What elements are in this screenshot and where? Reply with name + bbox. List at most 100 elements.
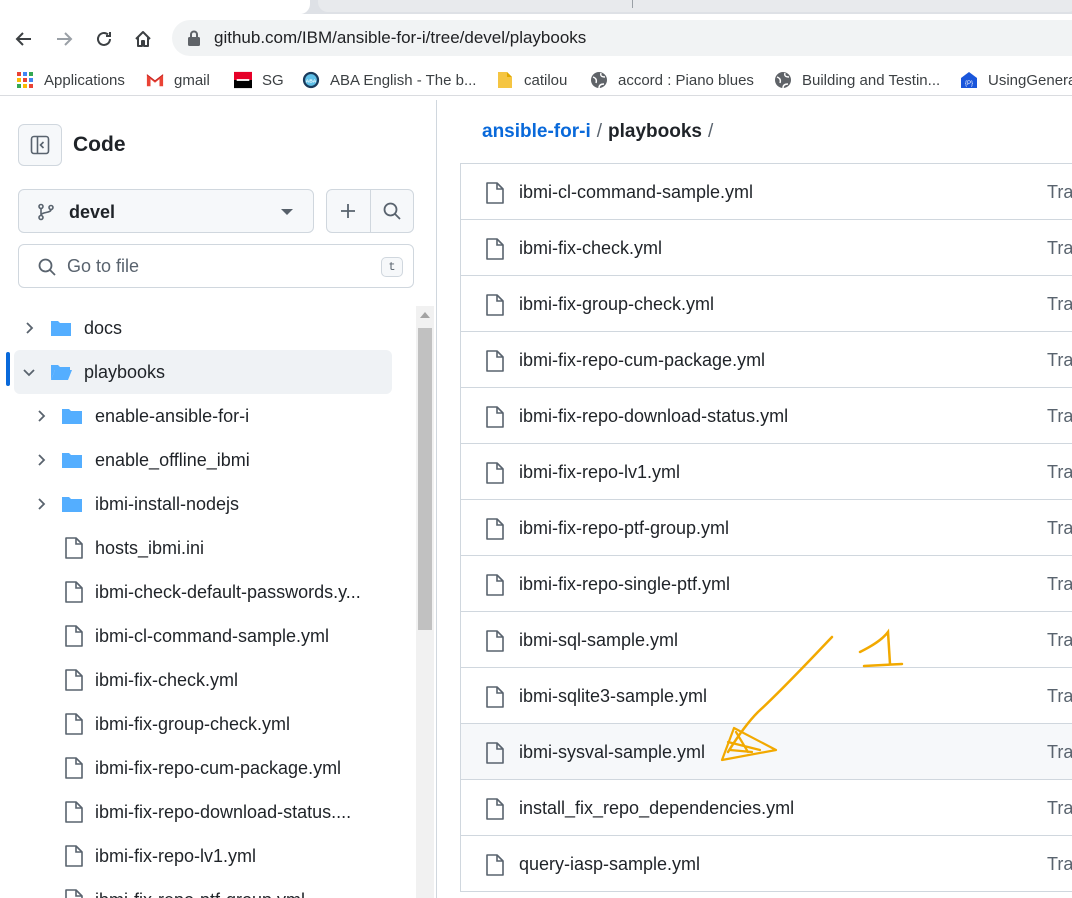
- tree-item-playbooks[interactable]: playbooks: [14, 350, 392, 394]
- reload-button[interactable]: [90, 25, 118, 53]
- back-button[interactable]: [10, 25, 38, 53]
- file-row[interactable]: query-iasp-sample.yml Tra: [460, 836, 1072, 892]
- file-row[interactable]: ibmi-sqlite3-sample.yml Tra: [460, 668, 1072, 724]
- chevron-down-icon: [281, 209, 293, 215]
- bookmark-accord-piano-blues[interactable]: accord : Piano blues: [590, 64, 754, 95]
- bookmark-catilou[interactable]: catilou: [496, 64, 567, 95]
- file-name-link[interactable]: ibmi-fix-check.yml: [519, 220, 662, 276]
- tree-item-ibmi-install-nodejs[interactable]: ibmi-install-nodejs: [14, 482, 392, 526]
- tree-item-file[interactable]: ibmi-fix-check.yml: [14, 658, 392, 702]
- site-icon: {P}: [960, 71, 978, 89]
- tree-item-enable-ansible-for-i[interactable]: enable-ansible-for-i: [14, 394, 392, 438]
- file-name-link[interactable]: ibmi-fix-repo-lv1.yml: [519, 444, 680, 500]
- commit-message[interactable]: Tra: [1047, 724, 1072, 780]
- file-row[interactable]: ibmi-sql-sample.yml Tra: [460, 612, 1072, 668]
- tree-item-docs[interactable]: docs: [14, 306, 392, 350]
- arrow-left-icon: [15, 32, 31, 46]
- folder-icon: [62, 409, 82, 424]
- file-name-link[interactable]: ibmi-fix-group-check.yml: [519, 276, 714, 332]
- tree-item-file[interactable]: ibmi-fix-repo-download-status....: [14, 790, 392, 834]
- file-row[interactable]: ibmi-fix-check.yml Tra: [460, 220, 1072, 276]
- tree-item-label: ibmi-fix-check.yml: [95, 669, 239, 690]
- file-name-link[interactable]: query-iasp-sample.yml: [519, 836, 700, 892]
- tree-item-file[interactable]: ibmi-check-default-passwords.y...: [14, 570, 392, 614]
- active-browser-tab[interactable]: [0, 0, 310, 14]
- file-name-link[interactable]: ibmi-fix-repo-ptf-group.yml: [519, 500, 729, 556]
- commit-message[interactable]: Tra: [1047, 164, 1072, 220]
- add-file-button[interactable]: [327, 190, 370, 232]
- bookmark-building-and-testing[interactable]: Building and Testin...: [774, 64, 941, 95]
- commit-message[interactable]: Tra: [1047, 668, 1072, 724]
- go-to-file-input[interactable]: [67, 251, 367, 281]
- browser-tab-strip: [0, 0, 1072, 14]
- tree-item-file[interactable]: ibmi-fix-repo-cum-package.yml: [14, 746, 392, 790]
- tree-item-file[interactable]: ibmi-cl-command-sample.yml: [14, 614, 392, 658]
- tree-item-file[interactable]: ibmi-fix-group-check.yml: [14, 702, 392, 746]
- file-name-link[interactable]: ibmi-fix-repo-single-ptf.yml: [519, 556, 730, 612]
- bookmark-label: accord : Piano blues: [618, 71, 754, 89]
- file-row[interactable]: ibmi-fix-repo-single-ptf.yml Tra: [460, 556, 1072, 612]
- file-name-link[interactable]: ibmi-sysval-sample.yml: [519, 724, 705, 780]
- commit-message[interactable]: Tra: [1047, 780, 1072, 836]
- tree-item-label: hosts_ibmi.ini: [95, 537, 205, 558]
- bookmark-gmail[interactable]: gmail: [146, 64, 210, 95]
- commit-message[interactable]: Tra: [1047, 500, 1072, 556]
- commit-message[interactable]: Tra: [1047, 332, 1072, 388]
- collapse-sidebar-button[interactable]: [18, 124, 62, 166]
- chevron-down-icon: [23, 369, 35, 377]
- commit-message[interactable]: Tra: [1047, 836, 1072, 892]
- file-icon: [486, 182, 504, 204]
- panel-title: Code: [73, 133, 126, 156]
- bookmark-sg[interactable]: SG: [234, 64, 284, 95]
- tree-item-label: ibmi-check-default-passwords.y...: [95, 581, 361, 602]
- bookmark-applications[interactable]: Applications: [16, 64, 125, 95]
- branch-name: devel: [69, 202, 116, 222]
- commit-message[interactable]: Tra: [1047, 276, 1072, 332]
- file-name-link[interactable]: ibmi-fix-repo-cum-package.yml: [519, 332, 765, 388]
- file-name-link[interactable]: ibmi-sql-sample.yml: [519, 612, 678, 668]
- go-to-file-field[interactable]: t: [18, 244, 414, 288]
- file-icon: [65, 713, 83, 735]
- directory-view: ansible-for-i / playbooks / ibmi-cl-comm…: [438, 100, 1072, 898]
- tree-item-file[interactable]: hosts_ibmi.ini: [14, 526, 392, 570]
- tree-item-enable-offline-ibmi[interactable]: enable_offline_ibmi: [14, 438, 392, 482]
- commit-message[interactable]: Tra: [1047, 556, 1072, 612]
- file-row[interactable]: ibmi-fix-group-check.yml Tra: [460, 276, 1072, 332]
- commit-message[interactable]: Tra: [1047, 612, 1072, 668]
- forward-button[interactable]: [50, 25, 78, 53]
- file-row[interactable]: ibmi-fix-repo-cum-package.yml Tra: [460, 332, 1072, 388]
- globe-icon: [774, 71, 792, 89]
- file-name-link[interactable]: ibmi-sqlite3-sample.yml: [519, 668, 707, 724]
- commit-message[interactable]: Tra: [1047, 220, 1072, 276]
- bookmark-aba-english[interactable]: ABA ABA English - The b...: [302, 64, 476, 95]
- file-row[interactable]: ibmi-fix-repo-ptf-group.yml Tra: [460, 500, 1072, 556]
- search-code-button[interactable]: [369, 190, 413, 232]
- file-row[interactable]: ibmi-fix-repo-download-status.yml Tra: [460, 388, 1072, 444]
- git-branch-icon: [38, 203, 54, 221]
- commit-message[interactable]: Tra: [1047, 388, 1072, 444]
- bookmark-label: Building and Testin...: [802, 71, 941, 89]
- file-row[interactable]: ibmi-fix-repo-lv1.yml Tra: [460, 444, 1072, 500]
- tree-item-file[interactable]: ibmi-fix-repo-ptf-group.yml: [14, 878, 392, 898]
- scrollbar-thumb[interactable]: [418, 328, 432, 630]
- search-icon: [38, 258, 56, 276]
- file-row-hovered[interactable]: ibmi-sysval-sample.yml Tra: [460, 724, 1072, 780]
- home-button[interactable]: [129, 25, 157, 53]
- file-icon: [486, 462, 504, 484]
- file-row[interactable]: install_fix_repo_dependencies.yml Tra: [460, 780, 1072, 836]
- inactive-browser-tab[interactable]: [318, 0, 1072, 12]
- tree-item-file[interactable]: ibmi-fix-repo-lv1.yml: [14, 834, 392, 878]
- folder-icon: [62, 497, 82, 512]
- bookmark-using-genera[interactable]: {P} UsingGenera: [960, 64, 1072, 95]
- breadcrumb-repo-link[interactable]: ansible-for-i: [482, 121, 591, 143]
- tree-scrollbar[interactable]: [416, 306, 434, 898]
- scroll-up-arrow[interactable]: [420, 312, 430, 318]
- file-row[interactable]: ibmi-cl-command-sample.yml Tra: [460, 164, 1072, 220]
- file-name-link[interactable]: install_fix_repo_dependencies.yml: [519, 780, 794, 836]
- commit-message[interactable]: Tra: [1047, 444, 1072, 500]
- file-icon: [486, 742, 504, 764]
- file-name-link[interactable]: ibmi-fix-repo-download-status.yml: [519, 388, 788, 444]
- branch-selector[interactable]: devel: [18, 189, 314, 233]
- address-bar[interactable]: github.com/IBM/ansible-for-i/tree/devel/…: [172, 20, 1072, 56]
- file-name-link[interactable]: ibmi-cl-command-sample.yml: [519, 164, 753, 220]
